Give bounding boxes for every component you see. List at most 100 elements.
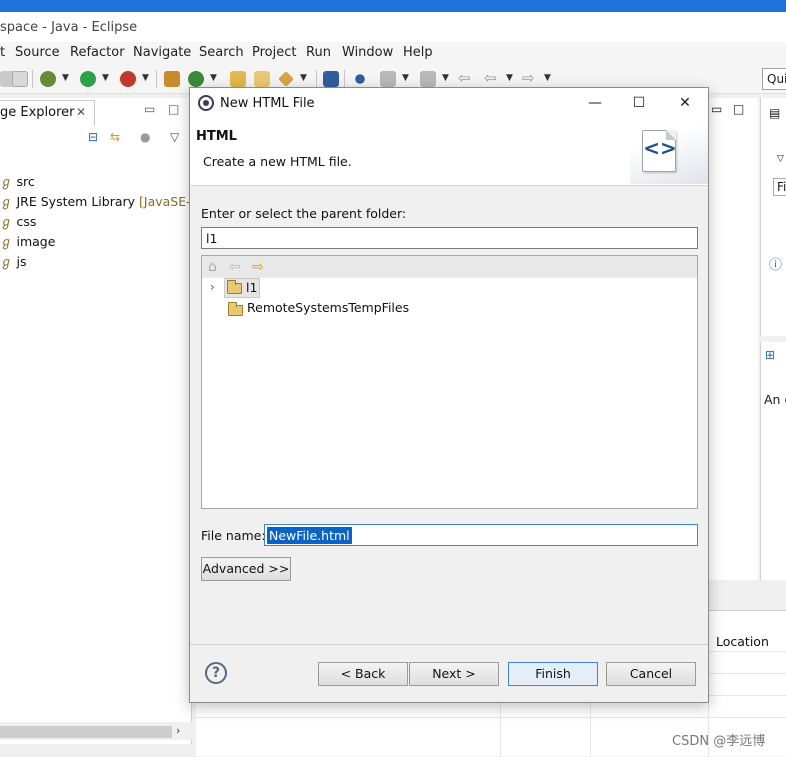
dialog-heading: HTML	[196, 129, 237, 144]
new-html-file-dialog: New HTML File — ☐ ✕ HTML Create a new HT…	[189, 87, 709, 703]
scrollbar-thumb[interactable]	[0, 726, 172, 738]
prev-annotation-dropdown-icon[interactable]: ▼	[442, 73, 449, 83]
minimize-icon[interactable]: ▭	[711, 102, 722, 116]
menu-file[interactable]: t	[0, 45, 5, 60]
dialog-title: New HTML File	[220, 96, 315, 111]
folder-tree-toolbar: ⌂ ⇦ ⇨	[202, 256, 697, 278]
external-tools-dropdown-icon[interactable]: ▼	[142, 73, 149, 83]
debug-icon[interactable]	[40, 71, 56, 87]
home-icon[interactable]: ⌂	[208, 259, 217, 275]
run-icon[interactable]	[80, 71, 96, 87]
html-file-banner-icon: <>	[630, 122, 708, 184]
menubar: t Source Refactor Navigate Search Projec…	[0, 42, 786, 64]
maximize-icon[interactable]: □	[168, 102, 179, 116]
editor-area: ▭ □	[708, 98, 758, 580]
pin-icon[interactable]	[355, 74, 365, 84]
external-tools-icon[interactable]	[120, 71, 136, 87]
task-list-icon[interactable]: ▤	[769, 106, 780, 120]
help-icon[interactable]: ?	[205, 662, 227, 684]
forward-dropdown-icon[interactable]: ▼	[544, 73, 551, 83]
new-class-icon[interactable]	[230, 71, 246, 87]
close-icon[interactable]: ✕	[76, 105, 86, 119]
back-dropdown-icon[interactable]: ▼	[506, 73, 513, 83]
close-button[interactable]: ✕	[670, 92, 700, 114]
forward-icon[interactable]: ⇨	[252, 259, 264, 275]
maximize-icon[interactable]: □	[733, 102, 744, 116]
view-menu-icon[interactable]: ▽	[777, 154, 784, 164]
prev-annotation-icon[interactable]	[420, 71, 436, 87]
outline-icon[interactable]: ⊞	[765, 348, 775, 362]
save-all-icon[interactable]	[12, 71, 28, 87]
view-menu-icon[interactable]: ▽	[170, 130, 179, 144]
next-annotation-dropdown-icon[interactable]: ▼	[402, 73, 409, 83]
menu-run[interactable]: Run	[306, 45, 331, 60]
parent-folder-label: Enter or select the parent folder:	[201, 206, 407, 221]
watermark: CSDN @李远博	[672, 734, 766, 749]
parent-folder-input[interactable]	[201, 227, 698, 249]
grid-line	[196, 717, 786, 718]
folder-tree[interactable]: ⌂ ⇦ ⇨ › l1 RemoteSystemsTempFiles	[201, 255, 698, 509]
tree-item-label: l1	[246, 280, 258, 295]
eclipse-icon	[198, 95, 214, 111]
tree-item-l1[interactable]: › l1	[210, 278, 410, 298]
quick-access-input[interactable]: Quick Access	[762, 68, 786, 90]
new-dropdown-icon[interactable]: ▼	[210, 73, 217, 83]
advanced-button[interactable]: Advanced >>	[201, 557, 291, 581]
minimize-button[interactable]: —	[580, 92, 610, 114]
outline-message: An o	[764, 392, 786, 407]
link-with-editor-icon[interactable]: ⇆	[110, 130, 120, 144]
menu-source[interactable]: Source	[15, 45, 60, 60]
back-button[interactable]: < Back	[318, 662, 408, 686]
last-edit-icon[interactable]: ⇦	[458, 69, 471, 87]
minimize-icon[interactable]: ▭	[144, 102, 155, 116]
new-package-icon[interactable]	[188, 71, 204, 87]
back-icon[interactable]: ⇦	[229, 259, 241, 275]
chevron-right-icon[interactable]: ›	[210, 280, 215, 294]
menu-refactor[interactable]: Refactor	[70, 45, 125, 60]
toolbar-separator	[344, 70, 345, 88]
next-button[interactable]: Next >	[409, 662, 499, 686]
debug-dropdown-icon[interactable]: ▼	[62, 73, 69, 83]
menu-search[interactable]: Search	[199, 45, 244, 60]
dialog-separator	[190, 644, 708, 645]
tree-item-src[interactable]: ℊ src	[0, 171, 35, 190]
tree-item-image[interactable]: ℊ image	[0, 231, 55, 250]
scroll-right-icon[interactable]: ›	[176, 724, 180, 737]
run-dropdown-icon[interactable]: ▼	[102, 73, 109, 83]
info-icon: ⓘ	[769, 258, 783, 273]
menu-help[interactable]: Help	[403, 45, 433, 60]
folder-open-icon	[228, 302, 243, 316]
file-name-input[interactable]: NewFile.html	[264, 524, 698, 546]
location-column-header[interactable]: Location	[716, 634, 769, 649]
file-name-selected-text: NewFile.html	[267, 527, 352, 544]
folder-open-icon	[227, 280, 242, 294]
tree-item-js[interactable]: ℊ js	[0, 251, 27, 270]
tree-item-remote-systems-temp-files[interactable]: RemoteSystemsTempFiles	[247, 300, 409, 315]
file-name-label: File name:	[201, 528, 266, 543]
maximize-button[interactable]: ☐	[624, 92, 654, 114]
find-input[interactable]: Fi	[773, 178, 786, 196]
new-java-project-icon[interactable]	[164, 71, 180, 87]
package-explorer-tab-label: ge Explorer	[0, 105, 75, 120]
window-title: space - Java - Eclipse	[0, 20, 138, 35]
cancel-button[interactable]: Cancel	[606, 662, 696, 686]
search-dropdown-icon[interactable]: ▼	[300, 73, 307, 83]
menu-window[interactable]: Window	[342, 45, 393, 60]
next-annotation-icon[interactable]	[380, 71, 396, 87]
forward-icon[interactable]: ⇨	[522, 69, 535, 87]
search-icon[interactable]	[278, 71, 294, 87]
code-brackets-icon: <>	[643, 136, 677, 160]
collapse-all-icon[interactable]: ⊟	[88, 130, 98, 144]
focus-icon[interactable]: ●	[140, 130, 150, 144]
tree-item-css[interactable]: ℊ css	[0, 211, 36, 230]
menu-project[interactable]: Project	[252, 45, 296, 60]
toolbar-separator	[316, 70, 317, 88]
back-icon[interactable]: ⇦	[484, 69, 497, 87]
finish-button[interactable]: Finish	[508, 662, 598, 686]
window-top-strip	[0, 0, 786, 12]
console-icon[interactable]	[323, 71, 339, 87]
menu-navigate[interactable]: Navigate	[133, 45, 191, 60]
tree-item-jre[interactable]: ℊ JRE System Library [JavaSE-1.8]	[0, 191, 215, 210]
dialog-titlebar[interactable]: New HTML File — ☐ ✕	[190, 88, 708, 118]
open-type-icon[interactable]	[254, 71, 270, 87]
